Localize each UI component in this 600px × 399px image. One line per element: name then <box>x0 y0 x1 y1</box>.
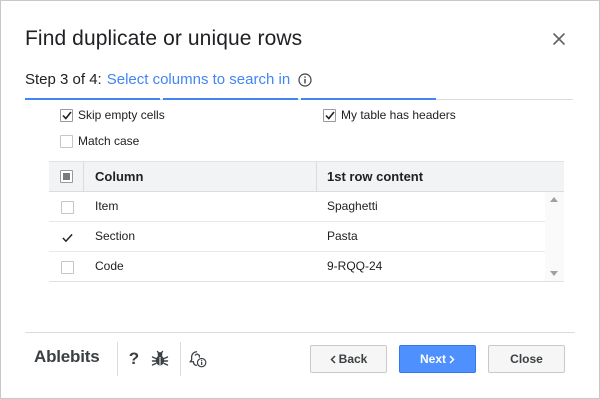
find-duplicates-dialog: Find duplicate or unique rows Step 3 of … <box>0 0 600 399</box>
column-name-cell: Item <box>95 199 119 213</box>
select-all-checkbox[interactable] <box>60 170 73 183</box>
chevron-left-icon <box>330 354 336 364</box>
match-case-label: Match case <box>78 134 140 148</box>
header-divider <box>316 162 317 191</box>
column-name-cell: Section <box>95 229 136 243</box>
match-case-option[interactable]: Match case <box>60 134 139 148</box>
footer-divider <box>25 332 575 333</box>
next-button-label: Next <box>419 352 446 366</box>
step-label: Step 3 of 4: <box>25 71 102 88</box>
next-button[interactable]: Next <box>399 345 476 373</box>
skip-empty-cells-option[interactable]: Skip empty cells <box>60 108 165 122</box>
chevron-right-icon <box>449 354 455 364</box>
info-icon[interactable] <box>298 72 312 87</box>
column-header: Column <box>95 169 144 184</box>
row-checkbox[interactable] <box>61 201 74 214</box>
ablebits-logo: Ablebits <box>34 347 100 366</box>
row-checkbox[interactable] <box>61 261 74 274</box>
table-row[interactable]: Code 9-RQQ-24 <box>49 252 545 282</box>
row-checkbox[interactable] <box>61 231 74 244</box>
match-case-checkbox[interactable] <box>60 134 73 148</box>
back-button-label: Back <box>338 352 368 366</box>
header-divider <box>83 162 84 191</box>
has-headers-checkbox[interactable] <box>323 108 336 122</box>
privacy-info-icon[interactable] <box>188 348 208 370</box>
first-row-content-cell: Pasta <box>327 229 358 243</box>
progress-segment-1 <box>25 98 160 100</box>
column-name-cell: Code <box>95 259 124 273</box>
first-row-content-cell: 9-RQQ-24 <box>327 259 383 273</box>
first-row-content-cell: Spaghetti <box>327 199 378 213</box>
skip-empty-cells-label: Skip empty cells <box>78 108 165 122</box>
has-headers-label: My table has headers <box>341 108 456 122</box>
scroll-down-icon[interactable] <box>550 271 558 276</box>
columns-table: Column 1st row content Item Spaghetti Se… <box>49 161 564 282</box>
footer-separator <box>180 342 181 376</box>
progress-segment-3 <box>301 98 436 100</box>
bug-report-icon[interactable] <box>150 348 170 370</box>
has-headers-option[interactable]: My table has headers <box>323 108 456 122</box>
step-title-link[interactable]: Select columns to search in <box>107 71 290 88</box>
first-row-content-header: 1st row content <box>327 169 424 184</box>
dialog-title: Find duplicate or unique rows <box>25 27 303 50</box>
footer-separator <box>117 342 118 376</box>
skip-empty-cells-checkbox[interactable] <box>60 108 73 122</box>
table-row[interactable]: Item Spaghetti <box>49 192 545 222</box>
table-row[interactable]: Section Pasta <box>49 222 545 252</box>
table-header: Column 1st row content <box>49 162 564 192</box>
step-progress-bar <box>25 98 573 100</box>
close-icon[interactable] <box>548 28 570 50</box>
table-scrollbar[interactable] <box>545 192 564 281</box>
close-button-label: Close <box>510 352 543 366</box>
step-indicator: Step 3 of 4: Select columns to search in <box>25 71 312 88</box>
scroll-up-icon[interactable] <box>550 197 558 202</box>
progress-segment-2 <box>163 98 298 100</box>
back-button[interactable]: Back <box>310 345 387 373</box>
close-button[interactable]: Close <box>488 345 565 373</box>
help-icon[interactable]: ? <box>124 348 144 370</box>
